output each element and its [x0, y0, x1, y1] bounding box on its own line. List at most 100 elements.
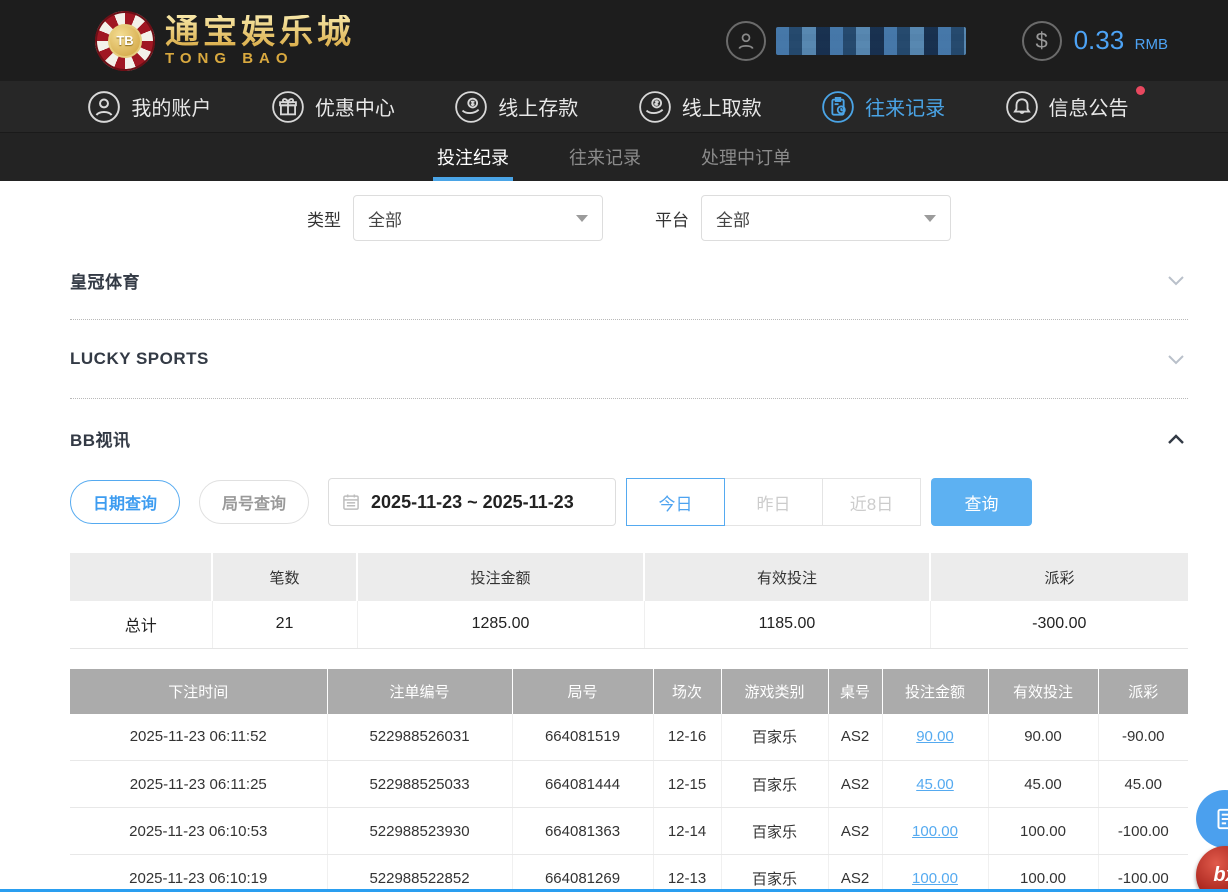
nav-item-label: 信息公告: [1049, 92, 1129, 121]
table-cell: 100.00: [882, 808, 988, 855]
summary-col-header: 投注金额: [357, 553, 644, 601]
balance-amount: 0.33: [1074, 25, 1125, 55]
tab-active[interactable]: 投注纪录: [433, 133, 513, 181]
query-row: 日期查询 局号查询 2025-11-23 ~ 2025-11-23 今日 昨日 …: [70, 478, 1188, 526]
chevron-down-icon[interactable]: [1164, 268, 1188, 292]
chip-monogram: TB: [108, 24, 142, 58]
table-cell: 12-15: [653, 761, 721, 808]
nav-item-deposit[interactable]: 线上存款: [454, 90, 590, 124]
table-cell: 522988526031: [327, 714, 512, 761]
last8days-button[interactable]: 近8日: [822, 478, 921, 526]
date-range-value: 2025-11-23 ~ 2025-11-23: [371, 492, 574, 513]
platform-select-value: 全部: [716, 206, 750, 231]
username-redacted: [776, 27, 966, 55]
table-col-header: 游戏类别: [721, 669, 828, 714]
tab-inactive[interactable]: 往来记录: [565, 133, 645, 181]
table-cell: 百家乐: [721, 808, 828, 855]
nav-item-gift[interactable]: 优惠中心: [271, 90, 407, 124]
user-icon: [87, 90, 121, 124]
today-button[interactable]: 今日: [626, 478, 725, 526]
bet-amount-link[interactable]: 90.00: [916, 728, 954, 745]
date-query-pill[interactable]: 日期查询: [70, 480, 180, 524]
table-cell: 664081269: [512, 855, 653, 892]
summary-total-row: 总计211285.001185.00-300.00: [70, 601, 1188, 648]
date-range-input[interactable]: 2025-11-23 ~ 2025-11-23: [328, 478, 616, 526]
summary-cell: 1185.00: [644, 601, 930, 648]
table-header-row: 下注时间注单编号局号场次游戏类别桌号投注金额有效投注派彩: [70, 669, 1188, 714]
sections: 皇冠体育LUCKY SPORTSBB视讯: [70, 241, 1188, 478]
section-title: LUCKY SPORTS: [70, 349, 209, 369]
gift-icon: [271, 90, 305, 124]
round-query-pill[interactable]: 局号查询: [199, 480, 309, 524]
table-cell: 12-14: [653, 808, 721, 855]
table-col-header: 桌号: [828, 669, 882, 714]
notification-dot: [1136, 86, 1145, 95]
nav-item-label: 线上取款: [682, 92, 762, 121]
table-row: 2025-11-23 06:10:19522988522852664081269…: [70, 855, 1188, 892]
user-icon: [726, 21, 766, 61]
summary-col-header: 派彩: [930, 553, 1188, 601]
tab-bar: 投注纪录 往来记录 处理中订单: [0, 133, 1228, 181]
brand-float-label: bx: [1213, 864, 1228, 887]
section-header: LUCKY SPORTS: [70, 320, 1188, 399]
balance-currency: RMB: [1135, 36, 1168, 53]
table-cell: AS2: [828, 714, 882, 761]
table-cell: 664081444: [512, 761, 653, 808]
balance[interactable]: $ 0.33 RMB: [1022, 21, 1168, 61]
yesterday-button[interactable]: 昨日: [724, 478, 823, 526]
calendar-icon: [341, 492, 361, 512]
chevron-down-icon[interactable]: [1164, 347, 1188, 371]
section-title: 皇冠体育: [70, 268, 140, 293]
nav-item-label: 线上存款: [498, 92, 578, 121]
top-bar: TB 通宝娱乐城 TONG BAO $ 0.33 RMB: [0, 0, 1228, 81]
table-cell: -90.00: [1098, 714, 1188, 761]
nav-item-records[interactable]: 往来记录: [821, 90, 957, 124]
bell-icon: [1005, 90, 1039, 124]
table-cell: -100.00: [1098, 855, 1188, 892]
table-cell: 12-13: [653, 855, 721, 892]
table-cell: -100.00: [1098, 808, 1188, 855]
bet-amount-link[interactable]: 45.00: [916, 776, 954, 793]
bet-amount-link[interactable]: 100.00: [912, 823, 958, 840]
table-col-header: 下注时间: [70, 669, 327, 714]
nav-item-withdraw[interactable]: 线上取款: [638, 90, 774, 124]
table-cell: 45.00: [882, 761, 988, 808]
table-cell: 100.00: [988, 855, 1098, 892]
table-col-header: 注单编号: [327, 669, 512, 714]
nav-item-label: 往来记录: [865, 92, 945, 121]
bet-amount-link[interactable]: 100.00: [912, 870, 958, 887]
bets-table: 下注时间注单编号局号场次游戏类别桌号投注金额有效投注派彩 2025-11-23 …: [70, 669, 1188, 892]
quick-range-group: 今日 昨日 近8日: [627, 478, 921, 526]
user-account[interactable]: [726, 21, 966, 61]
summary-cell: 21: [212, 601, 357, 648]
type-filter-label: 类型: [307, 206, 341, 231]
withdraw-icon: [638, 90, 672, 124]
table-cell: 522988522852: [327, 855, 512, 892]
document-icon: [1212, 806, 1228, 832]
summary-cell: -300.00: [930, 601, 1188, 648]
table-cell: AS2: [828, 808, 882, 855]
tab-inactive[interactable]: 处理中订单: [697, 133, 795, 181]
nav-item-user[interactable]: 我的账户: [87, 90, 223, 124]
table-col-header: 局号: [512, 669, 653, 714]
content: 类型 全部 平台 全部 皇冠体育LUCKY SPORTSBB视讯 日期查询 局号…: [0, 195, 1228, 892]
table-cell: 45.00: [1098, 761, 1188, 808]
records-icon: [821, 90, 855, 124]
table-cell: 2025-11-23 06:11:25: [70, 761, 327, 808]
platform-select[interactable]: 全部: [701, 195, 951, 241]
chevron-up-icon[interactable]: [1164, 427, 1188, 451]
caret-down-icon: [576, 215, 588, 222]
type-select[interactable]: 全部: [353, 195, 603, 241]
deposit-icon: [454, 90, 488, 124]
table-row: 2025-11-23 06:10:53522988523930664081363…: [70, 808, 1188, 855]
dollar-icon: $: [1022, 21, 1062, 61]
table-col-header: 有效投注: [988, 669, 1098, 714]
search-button[interactable]: 查询: [931, 478, 1032, 526]
table-cell: 2025-11-23 06:11:52: [70, 714, 327, 761]
table-cell: AS2: [828, 855, 882, 892]
platform-filter-label: 平台: [655, 206, 689, 231]
table-cell: AS2: [828, 761, 882, 808]
nav-item-bell[interactable]: 信息公告: [1005, 90, 1141, 124]
nav-item-label: 我的账户: [131, 92, 211, 121]
site-logo[interactable]: TB 通宝娱乐城 TONG BAO: [95, 11, 355, 71]
